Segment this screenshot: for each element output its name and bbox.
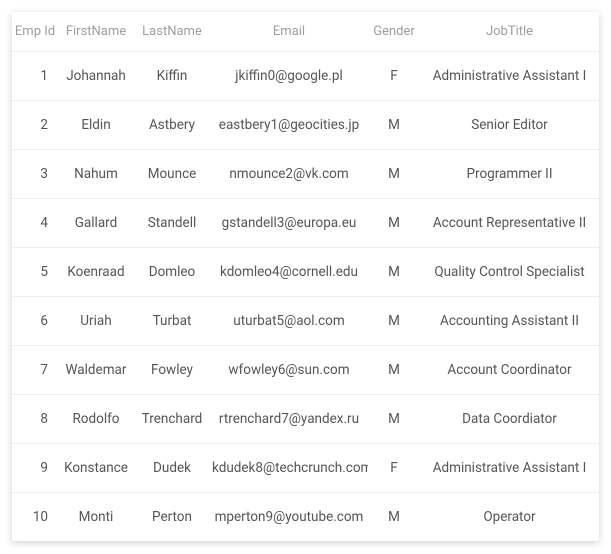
cell-lastname: Standell [134,199,210,248]
cell-jobtitle: Quality Control Specialist [420,248,599,297]
cell-emp-id: 3 [12,150,58,199]
cell-lastname: Kiffin [134,52,210,101]
cell-email: wfowley6@sun.com [210,346,368,395]
table-row: 5KoenraadDomleokdomleo4@cornell.eduMQual… [12,248,599,297]
cell-emp-id: 1 [12,52,58,101]
cell-lastname: Turbat [134,297,210,346]
cell-lastname: Domleo [134,248,210,297]
cell-jobtitle: Administrative Assistant I [420,52,599,101]
cell-jobtitle: Operator [420,493,599,542]
cell-lastname: Perton [134,493,210,542]
table-row: 7WaldemarFowleywfowley6@sun.comMAccount … [12,346,599,395]
cell-email: nmounce2@vk.com [210,150,368,199]
cell-firstname: Koenraad [58,248,134,297]
cell-emp-id: 7 [12,346,58,395]
cell-lastname: Mounce [134,150,210,199]
table-row: 6UriahTurbatuturbat5@aol.comMAccounting … [12,297,599,346]
cell-jobtitle: Administrative Assistant I [420,444,599,493]
cell-gender: F [368,444,420,493]
cell-firstname: Waldemar [58,346,134,395]
col-header-email[interactable]: Email [210,12,368,52]
cell-firstname: Gallard [58,199,134,248]
table-body: 1JohannahKiffinjkiffin0@google.plFAdmini… [12,52,599,542]
cell-firstname: Nahum [58,150,134,199]
cell-gender: M [368,346,420,395]
cell-firstname: Eldin [58,101,134,150]
cell-lastname: Dudek [134,444,210,493]
cell-jobtitle: Senior Editor [420,101,599,150]
employee-table: Emp Id FirstName LastName Email Gender J… [12,12,599,541]
col-header-firstname[interactable]: FirstName [58,12,134,52]
employee-table-container: Emp Id FirstName LastName Email Gender J… [12,12,599,541]
cell-email: uturbat5@aol.com [210,297,368,346]
cell-gender: M [368,101,420,150]
cell-email: mperton9@youtube.com [210,493,368,542]
cell-gender: M [368,150,420,199]
cell-jobtitle: Data Coordiator [420,395,599,444]
cell-gender: M [368,493,420,542]
cell-lastname: Astbery [134,101,210,150]
cell-lastname: Fowley [134,346,210,395]
table-row: 9KonstanceDudekkdudek8@techcrunch.comFAd… [12,444,599,493]
cell-firstname: Uriah [58,297,134,346]
cell-emp-id: 4 [12,199,58,248]
cell-email: kdudek8@techcrunch.com [210,444,368,493]
table-row: 10MontiPertonmperton9@youtube.comMOperat… [12,493,599,542]
cell-firstname: Konstance [58,444,134,493]
cell-gender: M [368,395,420,444]
cell-jobtitle: Account Representative II [420,199,599,248]
cell-lastname: Trenchard [134,395,210,444]
cell-firstname: Johannah [58,52,134,101]
col-header-lastname[interactable]: LastName [134,12,210,52]
cell-emp-id: 10 [12,493,58,542]
col-header-emp-id[interactable]: Emp Id [12,12,58,52]
cell-firstname: Monti [58,493,134,542]
cell-gender: M [368,248,420,297]
table-header-row: Emp Id FirstName LastName Email Gender J… [12,12,599,52]
cell-email: kdomleo4@cornell.edu [210,248,368,297]
table-row: 4GallardStandellgstandell3@europa.euMAcc… [12,199,599,248]
cell-firstname: Rodolfo [58,395,134,444]
cell-gender: M [368,297,420,346]
cell-jobtitle: Account Coordinator [420,346,599,395]
table-row: 1JohannahKiffinjkiffin0@google.plFAdmini… [12,52,599,101]
cell-emp-id: 8 [12,395,58,444]
cell-email: rtrenchard7@yandex.ru [210,395,368,444]
table-row: 8RodolfoTrenchardrtrenchard7@yandex.ruMD… [12,395,599,444]
cell-gender: M [368,199,420,248]
cell-emp-id: 2 [12,101,58,150]
cell-email: jkiffin0@google.pl [210,52,368,101]
cell-emp-id: 6 [12,297,58,346]
col-header-jobtitle[interactable]: JobTitle [420,12,599,52]
cell-gender: F [368,52,420,101]
cell-email: gstandell3@europa.eu [210,199,368,248]
cell-email: eastbery1@geocities.jp [210,101,368,150]
col-header-gender[interactable]: Gender [368,12,420,52]
table-row: 3NahumMouncenmounce2@vk.comMProgrammer I… [12,150,599,199]
cell-emp-id: 9 [12,444,58,493]
table-row: 2EldinAstberyeastbery1@geocities.jpMSeni… [12,101,599,150]
cell-jobtitle: Accounting Assistant II [420,297,599,346]
cell-emp-id: 5 [12,248,58,297]
cell-jobtitle: Programmer II [420,150,599,199]
